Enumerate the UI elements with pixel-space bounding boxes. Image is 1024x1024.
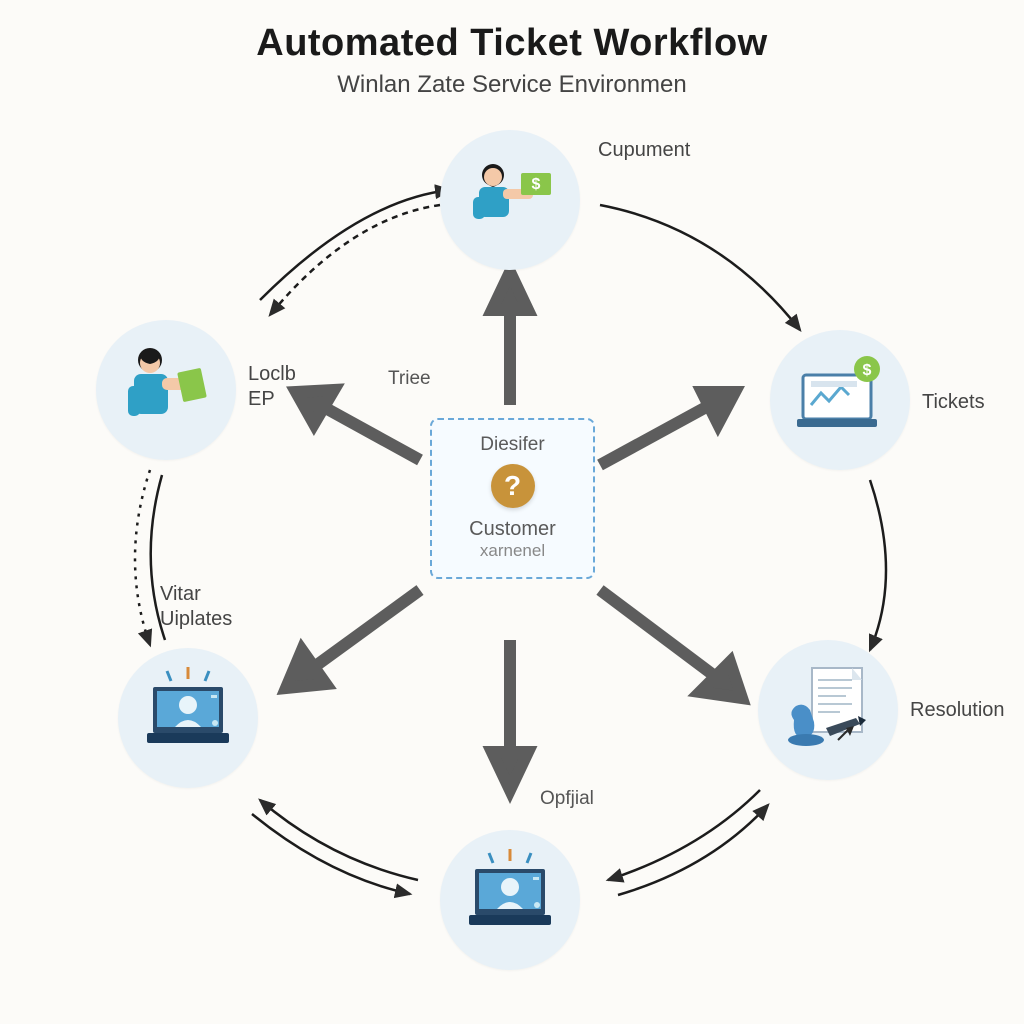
svg-text:$: $ [532, 176, 541, 193]
laptop-ticket-icon: $ [785, 345, 895, 455]
node-bottom [440, 830, 580, 970]
label-cupument: Cupument [598, 138, 690, 163]
node-vitar [118, 648, 258, 788]
inner-label-triee: Triee [388, 368, 431, 390]
label-loclb: Loclb EP [248, 362, 296, 412]
question-mark-icon: ? [491, 464, 535, 508]
label-tickets: Tickets [922, 390, 985, 415]
laptop-video-icon [455, 845, 565, 955]
center-top-label: Diesifer [452, 434, 573, 456]
label-resolution: Resolution [910, 698, 1005, 723]
person-paper-icon [106, 330, 226, 450]
node-tickets: $ [770, 330, 910, 470]
svg-text:$: $ [863, 362, 872, 379]
center-mid-label: Customer [452, 518, 573, 541]
node-resolution [758, 640, 898, 780]
center-customer-box: Diesifer ? Customer xarnenel [430, 418, 595, 579]
laptop-video-icon-2 [133, 663, 243, 773]
label-vitar: Vitar Uiplates [160, 582, 232, 632]
node-cupument: $ [440, 130, 580, 270]
inner-label-opfjial: Opfjial [540, 788, 594, 810]
node-loclb [96, 320, 236, 460]
person-money-icon: $ [455, 145, 565, 255]
center-bot-label: xarnenel [452, 541, 573, 561]
document-resolution-icon [768, 650, 888, 770]
diagram-canvas: Diesifer ? Customer xarnenel Triee Opfji… [0, 0, 1024, 1024]
